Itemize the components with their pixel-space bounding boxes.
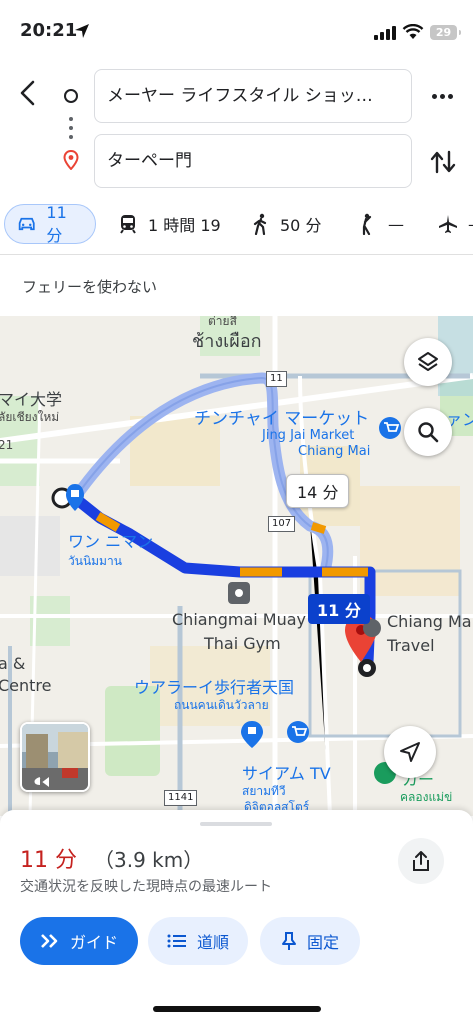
map-label: วันนิมมาน	[68, 554, 122, 568]
street-view-icon	[22, 724, 88, 790]
alternate-route-duration[interactable]: 14 分	[286, 474, 350, 508]
map-label: ช้างเผือก	[192, 331, 262, 352]
map-label: マイ大学	[0, 390, 63, 409]
destination-pin-icon	[63, 150, 79, 170]
map-label: Chiangmai Muay	[172, 610, 306, 629]
map-view[interactable]: ต่ายสี ช้างเผือก マイ大学 ลัยเชียงใหม่ 21 チン…	[0, 316, 473, 816]
guide-button-label: ガイド	[69, 933, 118, 952]
sheet-drag-handle[interactable]	[200, 822, 272, 826]
origin-circle-icon	[64, 89, 78, 103]
list-icon	[167, 934, 186, 948]
mode-tab-walking[interactable]: 50 分	[252, 204, 321, 244]
mode-driving-label: 11 分	[46, 202, 67, 245]
travel-mode-bar: 11 分 1 時間 19 50 分 — —	[0, 202, 473, 250]
pin-icon	[281, 932, 296, 950]
map-label: ถนนคนเดินวัวลาย	[174, 698, 269, 712]
main-route-duration[interactable]: 11 分	[308, 594, 370, 624]
road-shield: 107	[268, 516, 296, 532]
location-arrow-icon	[75, 24, 89, 38]
map-label: Jing Jai Market	[262, 428, 355, 443]
divider	[0, 254, 473, 255]
destination-input[interactable]: ターペー門	[94, 134, 412, 188]
mode-tab-transit[interactable]: 1 時間 19	[118, 204, 221, 244]
status-bar: 20:21 29	[0, 0, 473, 60]
map-label: คลองแม่ข่	[400, 790, 453, 804]
home-indicator[interactable]	[153, 1006, 321, 1012]
route-summary-sheet: 11 分 （3.9 km） 交通状況を反映した現時点の最速ルート ガイド 道順 …	[0, 810, 473, 1024]
search-along-route-button[interactable]	[404, 408, 452, 456]
map-label: ウアラーイ歩行者天国	[134, 678, 295, 697]
gym-pin-icon	[228, 582, 250, 604]
steps-button[interactable]: 道順	[148, 917, 248, 965]
map-label: 21	[0, 438, 14, 452]
pin-button[interactable]: 固定	[260, 917, 360, 965]
share-button[interactable]	[398, 838, 444, 884]
mode-ride-hail-label: —	[388, 214, 404, 234]
mode-tab-ride-hail[interactable]: —	[358, 204, 404, 244]
mode-tab-driving[interactable]: 11 分	[4, 202, 96, 245]
back-arrow-icon[interactable]	[14, 78, 44, 108]
route-description: 交通状況を反映した現時点の最速ルート	[20, 879, 272, 895]
map-label: ลัยเชียงใหม่	[0, 410, 60, 424]
road-shield: 1141	[164, 790, 198, 806]
wifi-icon	[402, 24, 424, 39]
map-label: Chiang Mai	[298, 444, 371, 459]
market-cart-pin-icon	[379, 417, 401, 439]
status-time: 20:21	[20, 20, 78, 41]
cellular-signal-icon	[374, 26, 396, 40]
ride-hail-icon	[362, 213, 372, 235]
steps-button-label: 道順	[196, 933, 229, 952]
battery-indicator: 29	[430, 25, 461, 40]
traffic-slow-segment	[310, 522, 327, 534]
mode-walking-label: 50 分	[280, 216, 322, 235]
map-label: Chiang Ma	[387, 612, 472, 631]
traffic-slow-segment	[95, 512, 121, 532]
pin-button-label: 固定	[306, 933, 339, 952]
layers-button[interactable]	[404, 338, 452, 386]
map-label: a &	[0, 654, 26, 673]
more-options-icon[interactable]	[432, 94, 453, 99]
route-options-text[interactable]: フェリーを使わない	[22, 276, 157, 297]
layers-icon	[418, 352, 438, 371]
car-icon	[18, 217, 35, 231]
route-distance: （3.9 km）	[94, 848, 204, 872]
transit-icon	[120, 215, 136, 234]
map-label: Centre	[0, 676, 52, 695]
flight-icon	[439, 215, 457, 233]
store-cart-pin-icon	[287, 721, 309, 743]
street-view-thumbnail[interactable]	[20, 722, 90, 792]
guide-button[interactable]: ガイド	[20, 917, 138, 965]
map-label: ワン ニマン	[68, 532, 154, 551]
double-chevron-icon	[41, 934, 58, 948]
route-connector-icon	[69, 117, 73, 139]
origin-input[interactable]: メーヤー ライフスタイル ショッ…	[94, 69, 412, 123]
map-label: Travel	[387, 636, 435, 655]
swap-direction-icon[interactable]	[430, 148, 456, 176]
map-label: チンチャイ マーケット	[194, 409, 370, 429]
road-shield: 11	[266, 371, 287, 387]
recenter-button[interactable]	[384, 726, 436, 778]
mode-tab-flight[interactable]: —	[438, 204, 473, 244]
route-duration: 11 分	[20, 848, 77, 873]
shopping-pin-icon	[241, 721, 263, 748]
navigation-arrow-icon	[400, 742, 420, 762]
search-icon	[418, 422, 439, 443]
map-label: サイアム TV	[242, 764, 331, 783]
mode-transit-label: 1 時間 19	[148, 216, 221, 235]
map-label: Thai Gym	[204, 634, 281, 653]
walk-icon	[253, 213, 267, 235]
mode-flight-label: —	[468, 215, 473, 234]
share-icon	[413, 851, 429, 871]
